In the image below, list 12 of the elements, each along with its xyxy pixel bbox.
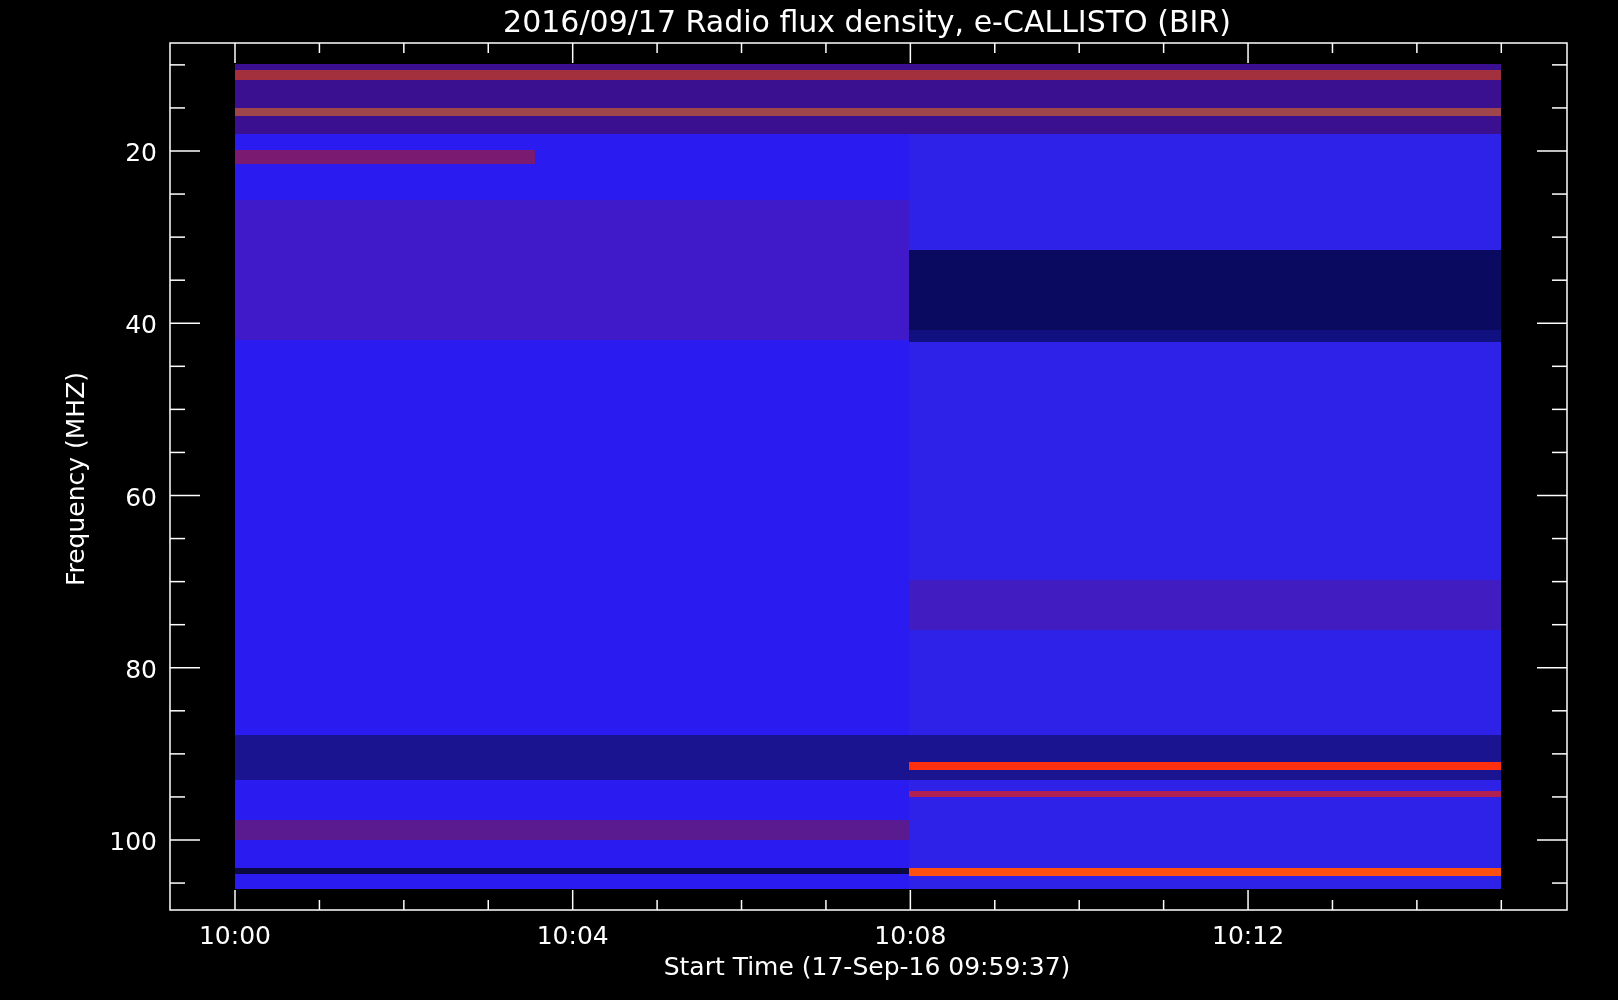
tick-label: 10:00 (199, 921, 271, 950)
chart-title: 2016/09/17 Radio flux density, e-CALLISTO (BIR) (503, 4, 1231, 39)
tick-label: 20 (125, 138, 157, 167)
tick-label: 80 (125, 654, 157, 684)
tick-label: 10:12 (1212, 921, 1285, 950)
tick-label: 100 (109, 827, 157, 856)
tick-label: 10:08 (874, 921, 947, 950)
tick-label: 60 (125, 482, 157, 512)
tick-label: 40 (125, 310, 157, 340)
axis-label: Start Time (17-Sep-16 09:59:37) (663, 952, 1071, 981)
axis-label: Frequency (MHZ) (61, 371, 90, 587)
tick-label: 10:04 (536, 921, 609, 950)
